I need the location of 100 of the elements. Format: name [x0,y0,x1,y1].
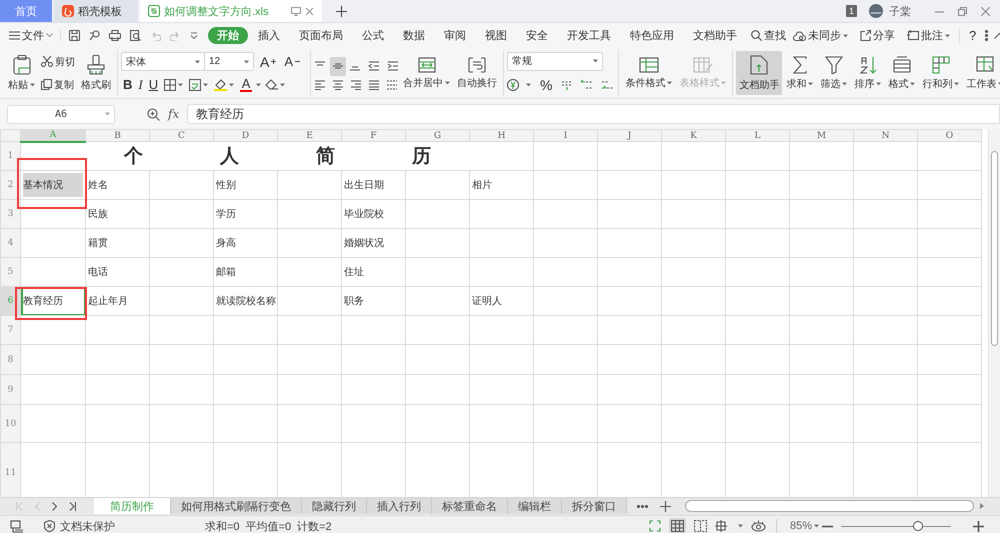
align-center-icon[interactable] [332,80,344,90]
filter-button[interactable]: 筛选 [817,51,850,95]
protection-status[interactable]: 文档未保护 [44,516,115,533]
ribbon-tab[interactable]: 安全 [517,27,557,44]
grid-view-icon[interactable] [670,520,684,532]
export-icon[interactable] [89,30,100,41]
column-header[interactable]: H [470,130,534,142]
eye-icon[interactable] [750,520,766,532]
format-painter-button[interactable]: 格式刷 [78,51,114,95]
column-header[interactable]: C [150,130,214,142]
sheet-tab[interactable]: 拆分窗口 [562,498,627,514]
ribbon-tab[interactable]: 文档助手 [684,27,746,44]
sheet-tab[interactable]: 插入行列 [367,498,432,514]
sum-button[interactable]: 求和 [783,51,816,95]
bold-button[interactable]: B [121,75,134,94]
dropdown-icon[interactable] [190,32,198,39]
percent-button[interactable]: % [538,76,554,94]
share-button[interactable]: 分享 [857,26,898,46]
name-box[interactable]: A6 [7,104,115,124]
copy-button[interactable]: 复制 [39,75,77,94]
slider-thumb[interactable] [913,521,923,531]
ribbon-tab[interactable]: 视图 [476,27,516,44]
next-sheet-icon[interactable] [52,502,57,510]
column-header[interactable]: D [214,130,278,142]
decimal-decrease-icon[interactable] [601,79,616,91]
font-size-field[interactable]: 12 [204,52,254,71]
format-button[interactable]: 格式 [885,51,918,95]
column-header[interactable]: L [726,130,790,142]
column-header[interactable]: I [534,130,598,142]
assistant-button[interactable]: 文档助手 [736,51,782,95]
column-header[interactable]: E [278,130,342,142]
italic-button[interactable]: I [136,75,145,94]
shrink-font-button[interactable]: A [282,52,302,71]
window-count-badge[interactable]: 1 [846,5,857,17]
ribbon-tab[interactable]: 页面布局 [290,27,352,44]
column-header[interactable]: B [86,130,150,142]
column-header[interactable]: K [662,130,726,142]
formula-field[interactable]: 教育经历 [187,104,1000,124]
ribbon-tab[interactable]: 数据 [394,27,434,44]
function-button[interactable]: fx [168,107,180,121]
ribbon-tab[interactable]: 公式 [353,27,393,44]
restore-icon[interactable] [958,6,967,16]
column-header[interactable]: G [406,130,470,142]
more-icon[interactable] [637,504,648,508]
sheet-tab[interactable]: 隐藏行列 [302,498,367,514]
preview-icon[interactable] [130,30,141,41]
justify-icon[interactable] [368,80,380,90]
sort-button[interactable]: 排序 [851,51,884,95]
file-menu[interactable]: 文件 [6,26,56,46]
close-icon[interactable] [305,6,314,16]
add-sheet-icon[interactable] [660,500,671,512]
align-middle-icon[interactable] [332,61,344,71]
merge-button[interactable]: 合并居中 [400,51,454,95]
indent-increase-icon[interactable] [387,61,400,71]
sheet-tab[interactable]: 编辑栏 [508,498,562,514]
cut-button[interactable]: 剪切 [39,52,77,71]
column-header[interactable]: J [598,130,662,142]
avatar-icon[interactable] [869,4,883,18]
page-break-icon[interactable] [694,520,707,532]
conditional-format-button[interactable]: 条件格式 [622,51,676,95]
print-icon[interactable] [109,30,121,41]
scrollbar-thumb[interactable] [991,151,998,346]
align-left-icon[interactable] [314,80,326,90]
decimal-increase-icon[interactable] [580,79,594,91]
align-right-icon[interactable] [350,80,362,90]
save-icon[interactable] [69,30,80,41]
zoom-icon[interactable] [147,108,160,120]
rows-columns-button[interactable]: 行和列 [919,51,962,95]
scroll-right-icon[interactable] [980,503,984,509]
column-header[interactable]: F [342,130,406,142]
grow-font-button[interactable]: A [258,52,278,71]
underline-button[interactable]: U [146,75,160,94]
column-header[interactable]: M [790,130,854,142]
font-name-field[interactable]: 宋体 [121,52,205,71]
comment-button[interactable]: 批注 [904,26,953,46]
horizontal-scrollbar[interactable] [685,500,974,512]
ribbon-tab[interactable]: 审阅 [435,27,475,44]
sync-button[interactable]: 未同步 [790,26,851,46]
number-format-field[interactable]: 常规 [507,52,604,70]
column-header[interactable]: O [918,130,982,142]
worksheet-button[interactable]: 工作表 [963,51,1000,95]
ribbon-tab[interactable]: 开发工具 [558,27,620,44]
plus-icon[interactable] [336,6,347,16]
thousands-icon[interactable] [561,79,574,91]
column-header[interactable]: N [854,130,918,142]
currency-icon[interactable] [507,79,520,91]
align-middle-button[interactable] [330,56,346,76]
sheet-tab[interactable]: 标签重命名 [432,498,508,514]
monitor-icon[interactable] [291,6,301,16]
user-name[interactable]: 子棠 [889,4,911,18]
font-color-button[interactable]: A [238,75,254,94]
zoom-level[interactable]: 85% [786,516,822,533]
help-button[interactable]: ? [966,26,980,46]
search-button[interactable]: 查找 [747,27,790,44]
reading-mode-icon[interactable] [714,520,730,532]
paste-button[interactable]: 粘贴 [5,51,38,95]
close-icon[interactable] [981,6,990,16]
distribute-icon[interactable] [386,80,398,90]
last-sheet-icon[interactable] [69,502,76,510]
wrap-button[interactable]: 自动换行 [454,51,500,95]
